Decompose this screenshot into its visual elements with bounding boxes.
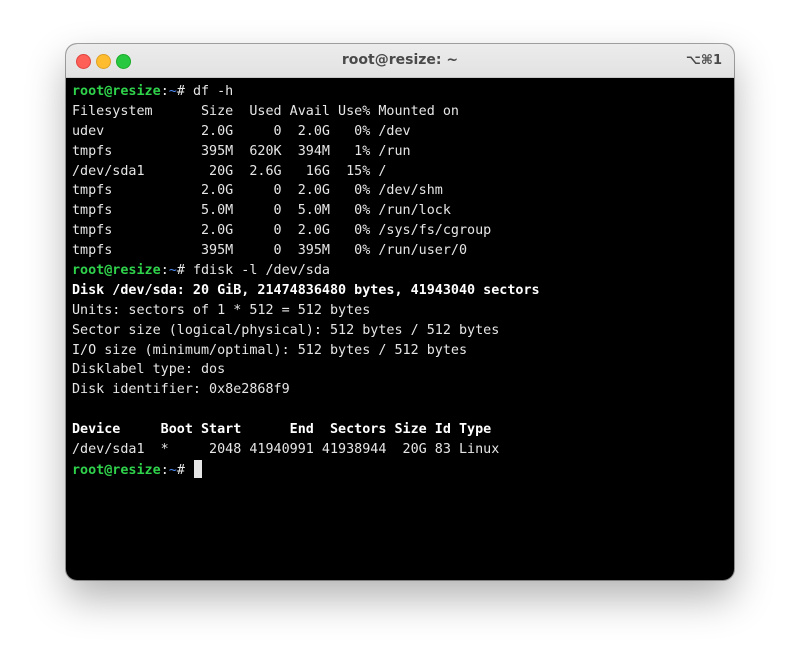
df-row: tmpfs 395M 620K 394M 1% /run	[72, 143, 411, 159]
window-shortcut: ⌥⌘1	[685, 53, 722, 68]
prompt-path: ~	[168, 263, 177, 279]
fdisk-disk-summary: Disk /dev/sda: 20 GiB, 21474836480 bytes…	[72, 282, 540, 298]
df-row: tmpfs 395M 0 395M 0% /run/user/0	[72, 243, 468, 259]
prompt-symbol: #	[176, 462, 193, 478]
partition-table-header: Device Boot Start End Sectors Size Id Ty…	[72, 422, 492, 438]
df-row: tmpfs 2.0G 0 2.0G 0% /dev/shm	[72, 183, 443, 199]
prompt-colon: :	[160, 263, 169, 279]
command-text: fdisk -l /dev/sda	[192, 263, 330, 279]
fdisk-info-line: I/O size (minimum/optimal): 512 bytes / …	[72, 342, 468, 358]
title-bar[interactable]: root@resize: ~ ⌥⌘1	[66, 44, 734, 78]
fdisk-info-line: Disklabel type: dos	[72, 362, 226, 378]
df-header: Filesystem Size Used Avail Use% Mounted …	[72, 103, 459, 119]
command-line: root@resize:~# fdisk -l /dev/sda	[72, 261, 728, 281]
prompt-path: ~	[168, 84, 177, 99]
fdisk-info-line: Units: sectors of 1 * 512 = 512 bytes	[72, 302, 371, 318]
prompt-colon: :	[160, 84, 169, 99]
df-row: udev 2.0G 0 2.0G 0% /dev	[72, 123, 411, 139]
prompt-symbol: #	[176, 263, 193, 279]
df-row: /dev/sda1 20G 2.6G 16G 15% /	[72, 163, 387, 179]
prompt-path: ~	[168, 462, 177, 478]
terminal-output[interactable]: root@resize:~# df -h Filesystem Size Use…	[72, 82, 728, 580]
active-prompt-line[interactable]: root@resize:~#	[72, 459, 728, 480]
command-line: root@resize:~# df -h	[72, 82, 728, 102]
prompt-user-host: root@resize	[72, 263, 161, 279]
terminal-window: root@resize: ~ ⌥⌘1 root@resize:~# df -h …	[66, 44, 734, 580]
df-row: tmpfs 5.0M 0 5.0M 0% /run/lock	[72, 203, 451, 219]
command-text: df -h	[192, 84, 234, 99]
prompt-user-host: root@resize	[72, 462, 161, 478]
prompt-user-host: root@resize	[72, 84, 161, 99]
fdisk-info-line: Disk identifier: 0x8e2868f9	[72, 382, 290, 398]
df-row: tmpfs 2.0G 0 2.0G 0% /sys/fs/cgroup	[72, 223, 492, 239]
text-cursor	[193, 459, 202, 478]
partition-row: /dev/sda1 * 2048 41940991 41938944 20G 8…	[72, 442, 500, 458]
fdisk-info-line: Sector size (logical/physical): 512 byte…	[72, 322, 500, 338]
prompt-symbol: #	[176, 84, 193, 99]
window-title: root@resize: ~	[341, 52, 459, 68]
prompt-colon: :	[160, 462, 169, 478]
